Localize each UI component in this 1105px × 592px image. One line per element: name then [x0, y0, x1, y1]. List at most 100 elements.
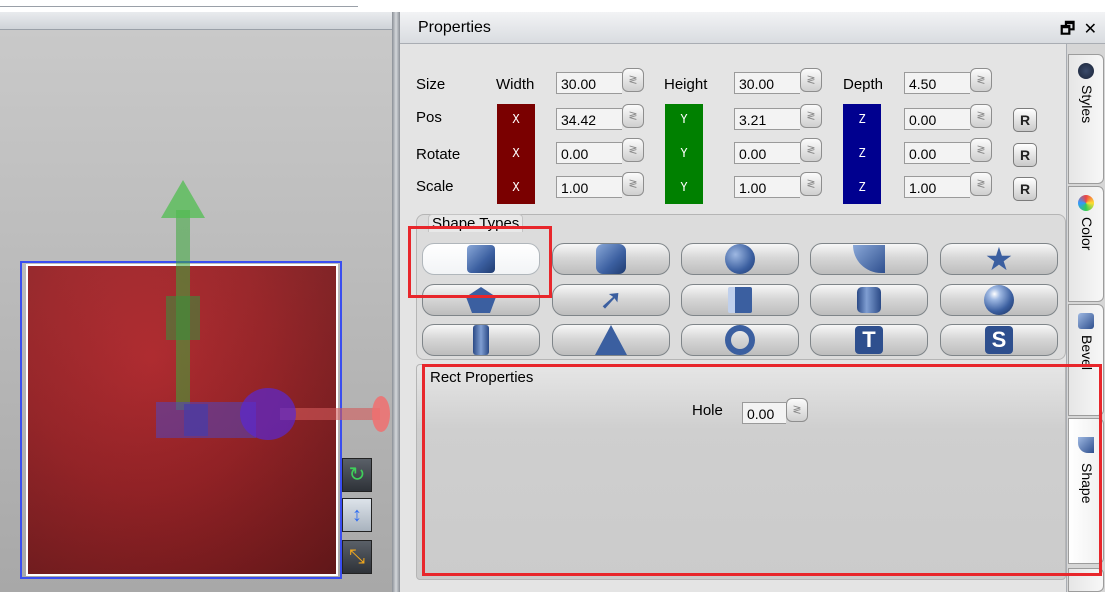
shape-arrow-button[interactable]: ➚ — [552, 284, 670, 316]
gizmo-y-scale-handle[interactable] — [166, 296, 200, 340]
ring-shape-icon — [725, 325, 755, 355]
spinner-arrows-icon[interactable]: ≷ — [622, 172, 644, 196]
hole-value[interactable]: 0.00 — [742, 402, 786, 424]
rotate-y-letter: Y — [680, 146, 688, 160]
scale-z-letter: Z — [858, 180, 866, 194]
splitter[interactable] — [392, 12, 400, 592]
spinner-arrows-icon[interactable]: ≷ — [622, 138, 644, 162]
sphere-shape-icon — [984, 285, 1014, 315]
rounded-rect-shape-icon — [596, 244, 626, 274]
star-shape-icon: ★ — [984, 241, 1014, 277]
shape-quarter-button[interactable] — [810, 243, 928, 275]
shape-tube-button[interactable] — [422, 324, 540, 356]
styles-icon — [1078, 63, 1094, 79]
bevel-icon — [1078, 313, 1094, 329]
hole-label: Hole — [692, 402, 723, 419]
scale-y-value[interactable]: 1.00 — [734, 176, 800, 198]
move-tool-icon[interactable]: ↕ — [342, 498, 372, 532]
spinner-arrows-icon[interactable]: ≷ — [970, 104, 992, 128]
tab-styles[interactable]: Styles — [1068, 54, 1104, 184]
arrow-shape-icon: ➚ — [599, 284, 623, 315]
rotate-tool-icon[interactable]: ↻ — [342, 458, 372, 492]
shape-cone-button[interactable] — [552, 324, 670, 356]
shape-pentagon-button[interactable] — [422, 284, 540, 316]
spinner-arrows-icon[interactable]: ≷ — [800, 172, 822, 196]
rotate-y-value[interactable]: 0.00 — [734, 142, 800, 164]
scale-label: Scale — [416, 178, 454, 195]
shape-star-button[interactable]: ★ — [940, 243, 1058, 275]
tab-bevel-label: Bevel — [1079, 335, 1095, 371]
shape-types-title: Shape Types — [428, 214, 524, 232]
cone-shape-icon — [595, 325, 627, 355]
tube-shape-icon — [473, 325, 489, 355]
scale-x-value[interactable]: 1.00 — [556, 176, 622, 198]
rect-properties-title: Rect Properties — [430, 369, 534, 386]
size-label: Size — [416, 76, 446, 93]
rotate-label: Rotate — [416, 146, 461, 163]
scale-x-letter: X — [512, 180, 520, 194]
pos-x-value[interactable]: 34.42 — [556, 108, 622, 130]
reset-rotate-button[interactable]: R — [1013, 143, 1037, 167]
depth-label: Depth — [843, 76, 884, 93]
tab-bevel[interactable]: Bevel — [1068, 304, 1104, 416]
pos-z-value[interactable]: 0.00 — [904, 108, 970, 130]
spinner-arrows-icon[interactable]: ≷ — [970, 172, 992, 196]
scale-z-value[interactable]: 1.00 — [904, 176, 970, 198]
shape-text-t-button[interactable]: T — [810, 324, 928, 356]
size-height-value[interactable]: 30.00 — [734, 72, 800, 94]
spinner-arrows-icon[interactable]: ≷ — [970, 68, 992, 92]
scale-tool-icon[interactable]: ⤡ — [342, 540, 372, 574]
window-controls[interactable]: 🗗 ✕ — [1060, 18, 1099, 45]
shape-cylinder-button[interactable] — [810, 284, 928, 316]
reset-scale-button[interactable]: R — [1013, 177, 1037, 201]
text-t-shape-icon: T — [855, 326, 883, 354]
viewport-toolbar — [0, 12, 392, 30]
square-shape-icon — [467, 245, 495, 273]
rotate-z-letter: Z — [858, 146, 866, 160]
size-width-value[interactable]: 30.00 — [556, 72, 622, 94]
divider — [0, 6, 358, 7]
shape-ring-button[interactable] — [681, 324, 799, 356]
spinner-arrows-icon[interactable]: ≷ — [800, 138, 822, 162]
tab-styles-label: Styles — [1079, 85, 1095, 124]
spinner-arrows-icon[interactable]: ≷ — [800, 68, 822, 92]
height-label: Height — [664, 76, 708, 93]
cylinder-shape-icon — [857, 287, 881, 313]
circle-shape-icon — [725, 244, 755, 274]
gizmo-y-arrow-icon[interactable] — [161, 180, 205, 218]
shape-sphere-button[interactable] — [940, 284, 1058, 316]
gizmo-z-sphere-handle[interactable] — [240, 388, 296, 440]
tab-shape[interactable]: Shape — [1068, 418, 1104, 564]
spinner-arrows-icon[interactable]: ≷ — [622, 104, 644, 128]
shape-circle-button[interactable] — [681, 243, 799, 275]
panel-title: Properties — [418, 19, 491, 36]
text-s-shape-icon: S — [985, 326, 1013, 354]
shape-cube-button[interactable] — [681, 284, 799, 316]
palette-icon — [1078, 195, 1094, 211]
gizmo-z-scale-handle[interactable] — [184, 404, 208, 436]
width-label: Width — [496, 76, 535, 93]
shape-square-button[interactable] — [422, 243, 540, 275]
spinner-arrows-icon[interactable]: ≷ — [622, 68, 644, 92]
rect-properties-panel — [416, 364, 1066, 580]
spinner-arrows-icon[interactable]: ≷ — [970, 138, 992, 162]
reset-pos-button[interactable]: R — [1013, 108, 1037, 132]
shape-rounded-rect-button[interactable] — [552, 243, 670, 275]
pos-z-letter: Z — [858, 112, 866, 126]
spinner-arrows-icon[interactable]: ≷ — [800, 104, 822, 128]
tab-color[interactable]: Color — [1068, 186, 1104, 302]
cube-shape-icon — [728, 287, 752, 313]
rotate-x-letter: X — [512, 146, 520, 160]
pos-y-letter: Y — [680, 112, 688, 126]
size-depth-value[interactable]: 4.50 — [904, 72, 970, 94]
viewport-3d[interactable]: ↻ ↕ ⤡ — [0, 0, 400, 592]
tab-shape-label: Shape — [1079, 463, 1095, 504]
shape-text-s-button[interactable]: S — [940, 324, 1058, 356]
rotate-z-value[interactable]: 0.00 — [904, 142, 970, 164]
pos-y-value[interactable]: 3.21 — [734, 108, 800, 130]
pentagon-shape-icon — [466, 287, 496, 313]
spinner-arrows-icon[interactable]: ≷ — [786, 398, 808, 422]
gizmo-x-handle-icon[interactable] — [372, 396, 390, 432]
tab-more[interactable] — [1068, 568, 1104, 592]
rotate-x-value[interactable]: 0.00 — [556, 142, 622, 164]
